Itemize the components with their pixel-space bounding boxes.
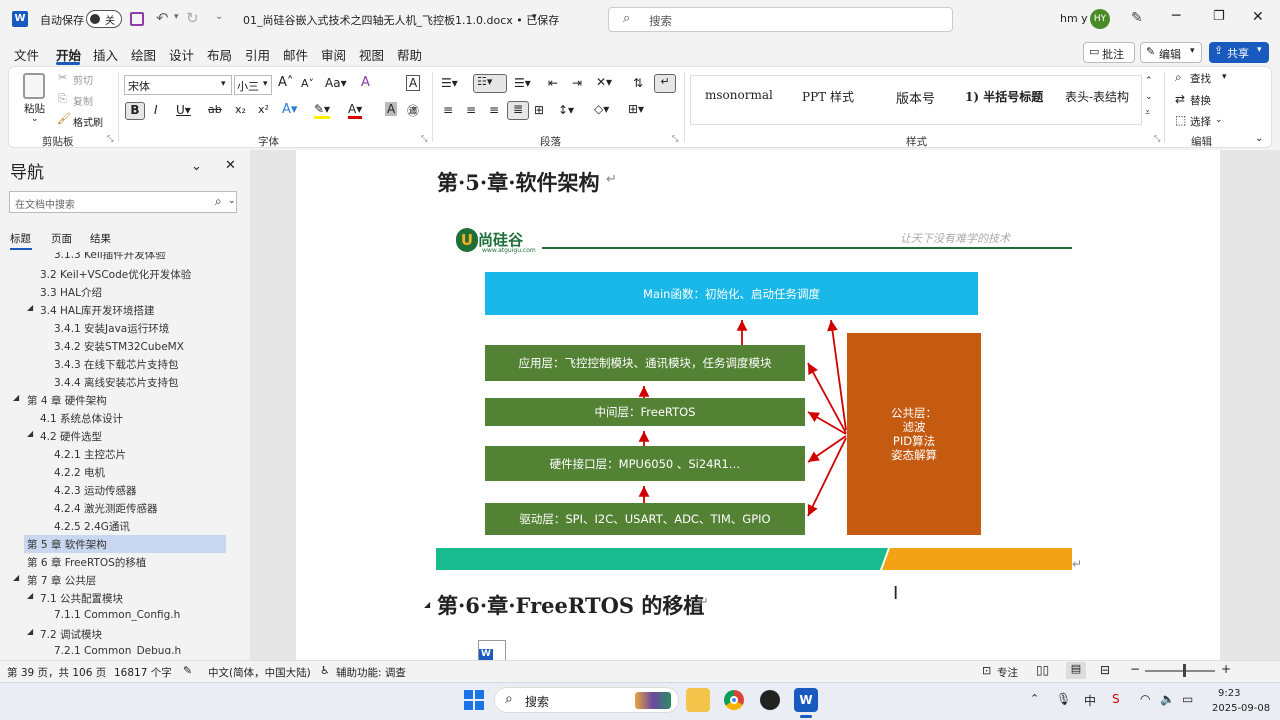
zoom-slider-thumb[interactable] xyxy=(1183,664,1186,677)
battery-icon[interactable]: ▭ xyxy=(1182,692,1193,706)
heading-chapter-6[interactable]: 第·6·章·FreeRTOS 的移植 xyxy=(437,590,704,620)
ime-icon[interactable]: 中 xyxy=(1084,692,1096,709)
file-explorer-icon[interactable] xyxy=(686,688,710,712)
word-taskbar-icon[interactable]: W xyxy=(794,688,818,712)
chrome-icon[interactable] xyxy=(722,688,746,712)
print-layout-button[interactable]: ▤ xyxy=(1066,662,1086,679)
language[interactable]: 中文(简体，中国大陆) xyxy=(208,665,311,680)
paragraph-mark-icon: ↵ xyxy=(1072,557,1083,571)
accessibility-status[interactable]: 辅助功能: 调查 xyxy=(336,665,406,680)
network-icon[interactable]: ◠ xyxy=(1140,692,1150,706)
clock-date[interactable]: 2025-09-08 xyxy=(1212,703,1270,714)
antivirus-icon[interactable]: S xyxy=(1112,692,1120,706)
word-count[interactable]: 16817 个字 xyxy=(114,665,172,680)
word-file-icon[interactable]: W xyxy=(478,640,506,661)
text-cursor-icon: I xyxy=(893,583,899,604)
arrow-common-to-main xyxy=(827,319,847,431)
taskbar-search[interactable]: ⌕ 搜索 xyxy=(494,687,679,713)
zoom-out-icon[interactable]: − xyxy=(1130,662,1140,676)
clock-time[interactable]: 9:23 xyxy=(1218,688,1240,699)
proofing-icon[interactable]: ✎ xyxy=(183,664,192,677)
volume-icon[interactable]: 🔈 xyxy=(1160,692,1175,706)
page-count[interactable]: 第 39 页，共 106 页 xyxy=(7,665,106,680)
collapse-heading-icon[interactable]: ◢ xyxy=(424,600,430,609)
paragraph-mark-icon: ↵ xyxy=(698,595,709,610)
start-icon[interactable] xyxy=(462,688,486,712)
microphone-icon[interactable]: 🎙 xyxy=(1056,692,1071,706)
accessibility-icon[interactable]: ♿ xyxy=(320,664,330,677)
focus-icon[interactable]: ⊡ xyxy=(982,664,991,677)
web-layout-icon[interactable]: ⊟ xyxy=(1100,663,1110,677)
app-icon[interactable] xyxy=(758,688,782,712)
zoom-in-icon[interactable]: + xyxy=(1221,662,1231,676)
taskbar-search-label: 搜索 xyxy=(525,695,550,709)
footer-band-orange xyxy=(882,548,1072,570)
zoom-slider[interactable] xyxy=(1145,670,1215,672)
focus-button[interactable]: 专注 xyxy=(997,665,1018,680)
tray-chevron-icon[interactable]: ⌃ xyxy=(1030,692,1039,705)
read-mode-icon[interactable]: ▯▯ xyxy=(1036,663,1049,677)
taskbar-search-icon: ⌕ xyxy=(505,691,513,707)
search-highlight-icon xyxy=(635,692,671,709)
footer-band-teal xyxy=(436,548,888,570)
active-app-indicator xyxy=(800,715,812,718)
